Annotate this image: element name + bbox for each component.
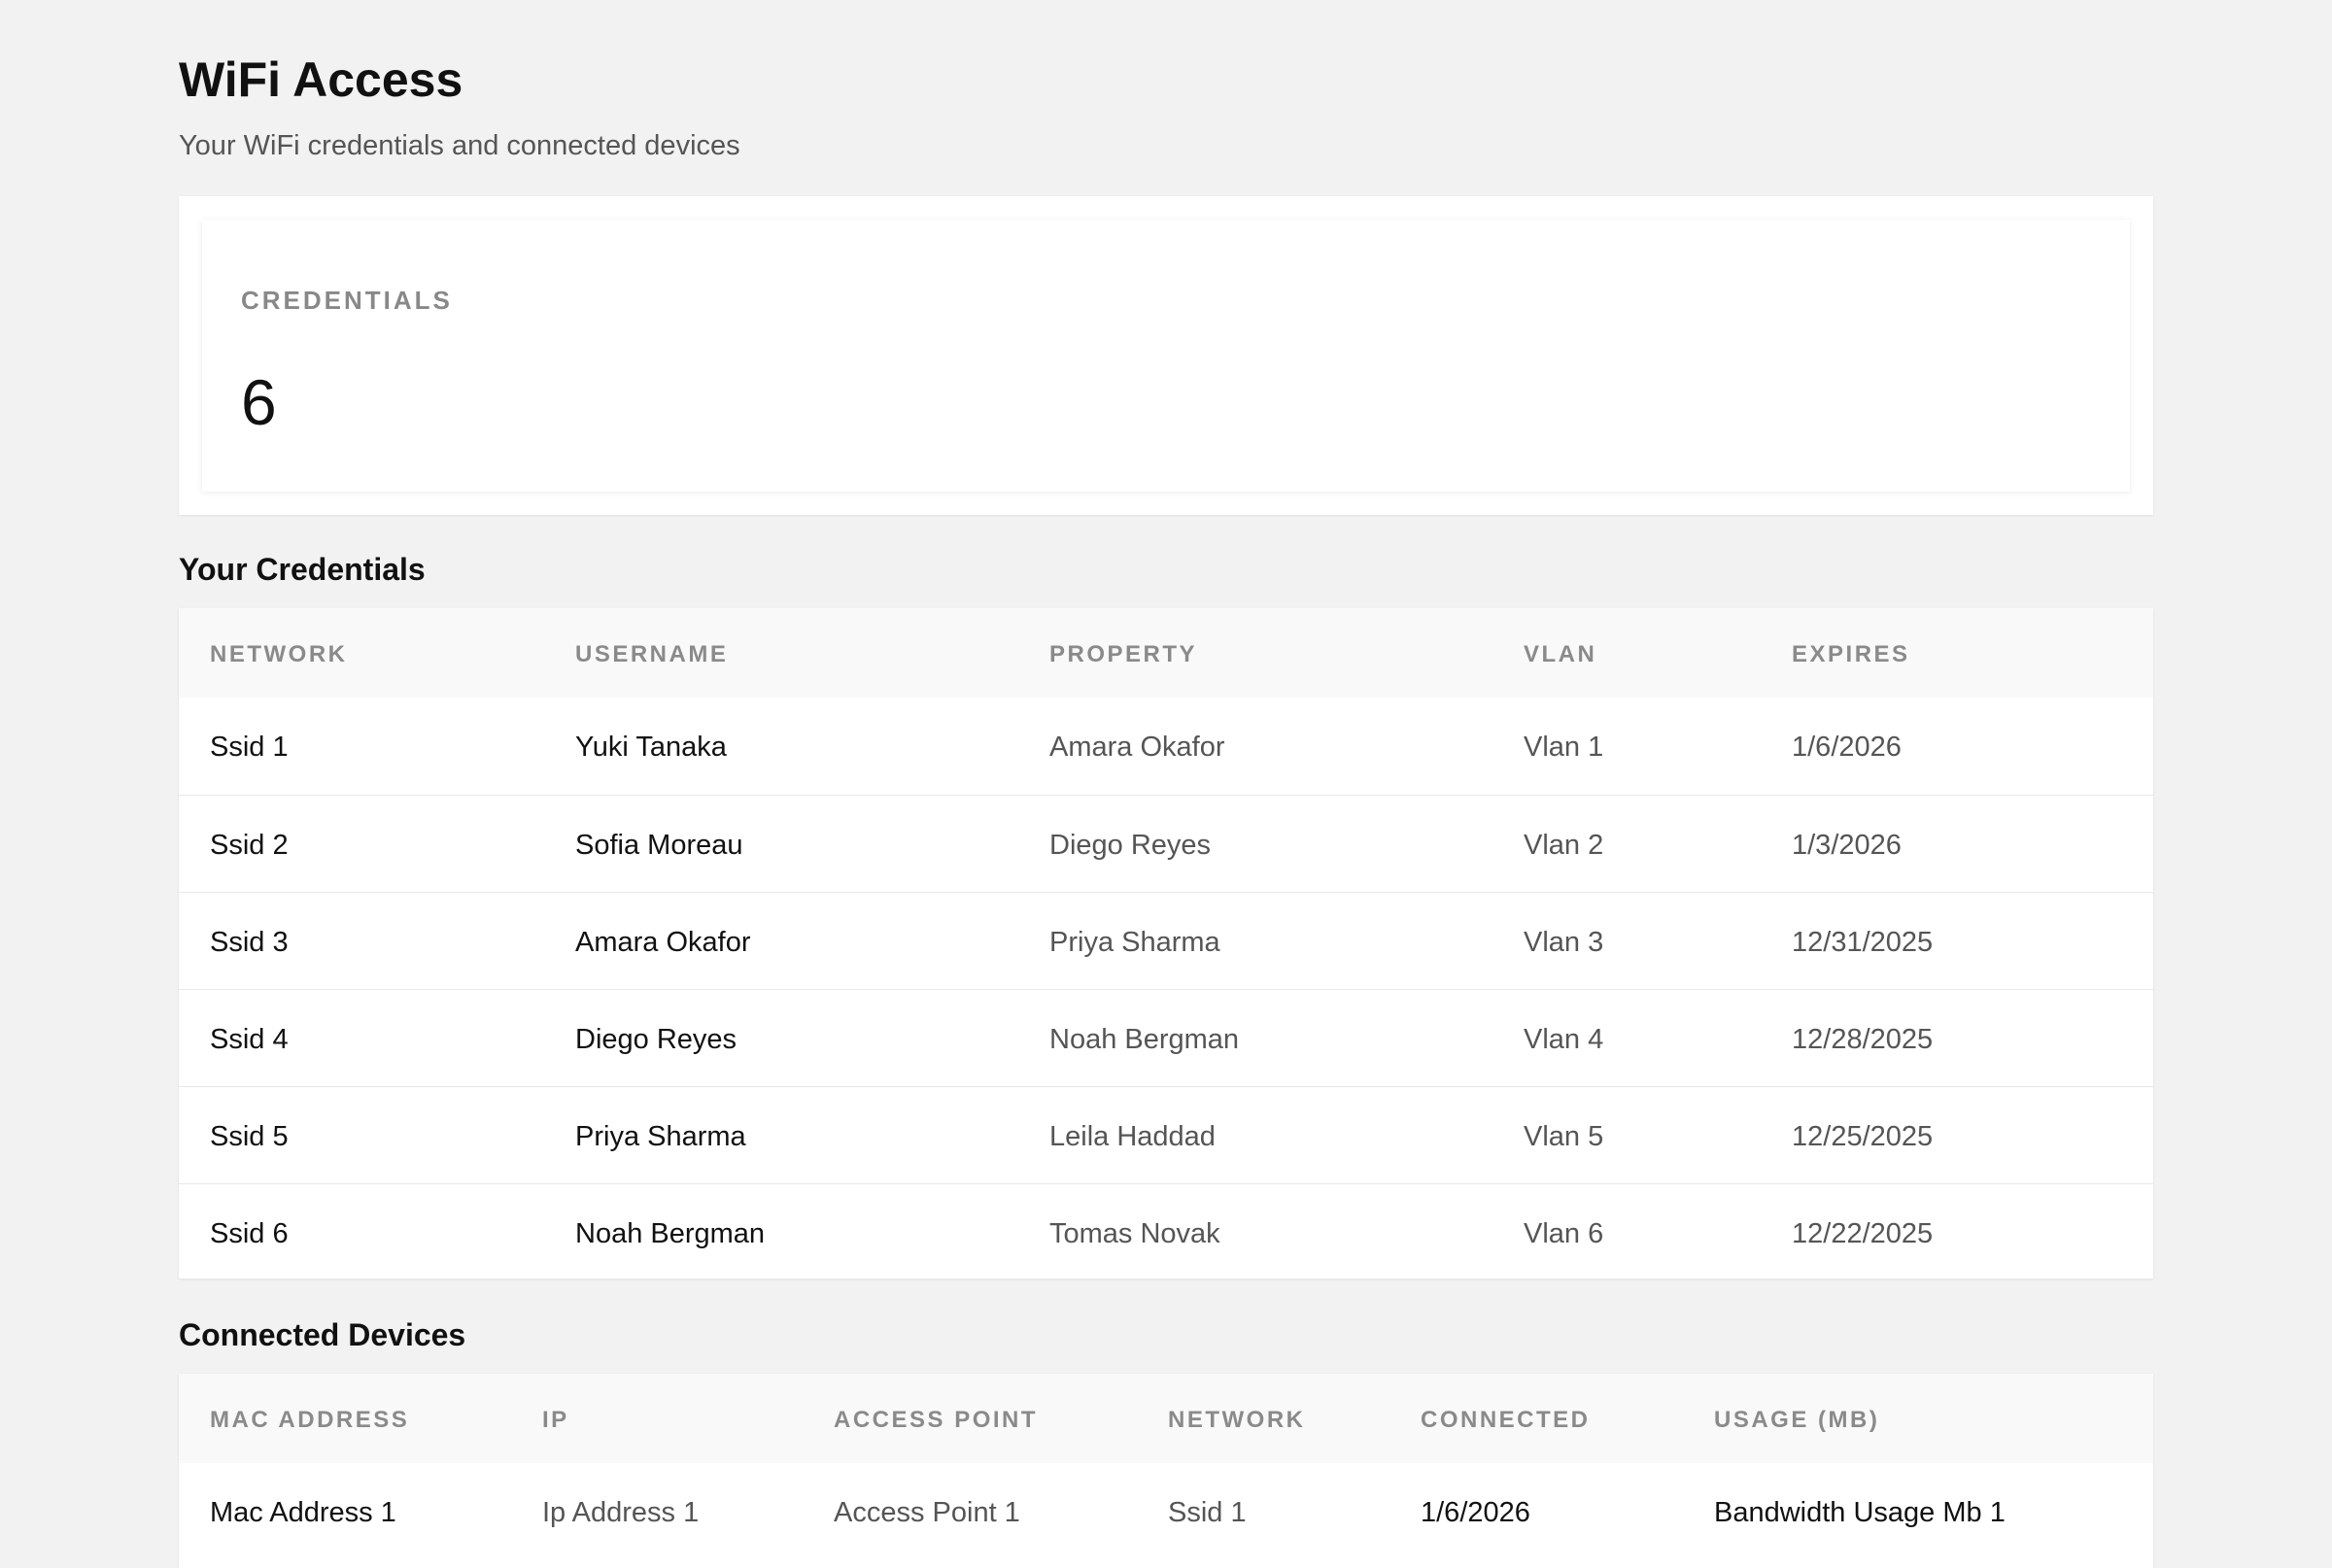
cell-username: Yuki Tanaka [575, 732, 727, 763]
cell-username: Noah Bergman [575, 1218, 766, 1249]
column-header-ip: IP [542, 1407, 569, 1433]
column-header-connected: CONNECTED [1421, 1407, 1591, 1433]
column-header-usage: USAGE (MB) [1714, 1407, 1880, 1433]
column-header-vlan: VLAN [1524, 641, 1597, 667]
cell-ip: Ip Address 1 [542, 1497, 700, 1528]
credentials-section-title: Your Credentials [179, 552, 426, 587]
cell-property: Amara Okafor [1049, 732, 1225, 763]
cell-expires: 1/3/2026 [1792, 830, 1902, 861]
cell-expires: 12/25/2025 [1792, 1121, 1934, 1152]
credentials-table-header: NETWORK USERNAME PROPERTY VLAN EXPIRES [179, 608, 2153, 698]
column-header-mac-address: MAC ADDRESS [210, 1407, 410, 1433]
cell-property: Noah Bergman [1049, 1024, 1240, 1055]
cell-vlan: Vlan 6 [1524, 1218, 1604, 1249]
cell-property: Priya Sharma [1049, 927, 1220, 958]
credentials-table: NETWORK USERNAME PROPERTY VLAN EXPIRES S… [179, 608, 2153, 1278]
stat-label: CREDENTIALS [241, 286, 453, 315]
column-header-network: NETWORK [210, 641, 348, 667]
column-header-access-point: ACCESS POINT [834, 1407, 1039, 1433]
credentials-stat-card: CREDENTIALS 6 [202, 220, 2130, 492]
cell-connected: 1/6/2026 [1421, 1497, 1530, 1528]
cell-network: Ssid 4 [210, 1024, 289, 1055]
cell-vlan: Vlan 3 [1524, 927, 1604, 958]
cell-network: Ssid 5 [210, 1121, 289, 1152]
cell-property: Leila Haddad [1049, 1121, 1216, 1152]
cell-expires: 1/6/2026 [1792, 732, 1902, 763]
cell-expires: 12/31/2025 [1792, 927, 1934, 958]
table-row[interactable]: Ssid 6 Noah Bergman Tomas Novak Vlan 6 12/22… [179, 1183, 2153, 1278]
page-title: WiFi Access [179, 52, 463, 107]
cell-property: Diego Reyes [1049, 830, 1212, 861]
cell-vlan: Vlan 4 [1524, 1024, 1604, 1055]
column-header-property: PROPERTY [1049, 641, 1198, 667]
cell-usage: Bandwidth Usage Mb 1 [1714, 1497, 2006, 1528]
cell-username: Diego Reyes [575, 1024, 737, 1055]
cell-network: Ssid 1 [1168, 1497, 1247, 1528]
cell-username: Sofia Moreau [575, 830, 743, 861]
table-row[interactable]: Mac Address 1 Ip Address 1 Access Point 1 S… [179, 1463, 2153, 1560]
devices-table-header: MAC ADDRESS IP ACCESS POINT NETWORK CONN… [179, 1374, 2153, 1463]
devices-table: MAC ADDRESS IP ACCESS POINT NETWORK CONN… [179, 1374, 2153, 1568]
cell-property: Tomas Novak [1049, 1218, 1220, 1249]
cell-network: Ssid 6 [210, 1218, 289, 1249]
cell-username: Amara Okafor [575, 927, 751, 958]
stat-value: 6 [241, 366, 277, 438]
table-row[interactable]: Ssid 1 Yuki Tanaka Amara Okafor Vlan 1 1/6/2… [179, 698, 2153, 795]
cell-expires: 12/22/2025 [1792, 1218, 1934, 1249]
page-subtitle: Your WiFi credentials and connected devi… [179, 130, 740, 161]
devices-section-title: Connected Devices [179, 1317, 466, 1352]
cell-network: Ssid 3 [210, 927, 289, 958]
column-header-network: NETWORK [1168, 1407, 1306, 1433]
cell-vlan: Vlan 2 [1524, 830, 1604, 861]
table-row[interactable]: Ssid 2 Sofia Moreau Diego Reyes Vlan 2 1/3/2… [179, 795, 2153, 892]
cell-vlan: Vlan 1 [1524, 732, 1604, 763]
column-header-username: USERNAME [575, 641, 729, 667]
cell-access-point: Access Point 1 [834, 1497, 1020, 1528]
cell-expires: 12/28/2025 [1792, 1024, 1934, 1055]
cell-vlan: Vlan 5 [1524, 1121, 1604, 1152]
stats-panel: CREDENTIALS 6 [179, 196, 2153, 515]
cell-mac-address: Mac Address 1 [210, 1497, 396, 1528]
column-header-expires: EXPIRES [1792, 641, 1910, 667]
table-row[interactable]: Ssid 5 Priya Sharma Leila Haddad Vlan 5 12/2… [179, 1086, 2153, 1183]
table-row[interactable]: Ssid 4 Diego Reyes Noah Bergman Vlan 4 12/28… [179, 989, 2153, 1086]
table-row[interactable]: Ssid 3 Amara Okafor Priya Sharma Vlan 3 12/3… [179, 892, 2153, 989]
cell-network: Ssid 1 [210, 732, 289, 763]
cell-username: Priya Sharma [575, 1121, 746, 1152]
cell-network: Ssid 2 [210, 830, 289, 861]
